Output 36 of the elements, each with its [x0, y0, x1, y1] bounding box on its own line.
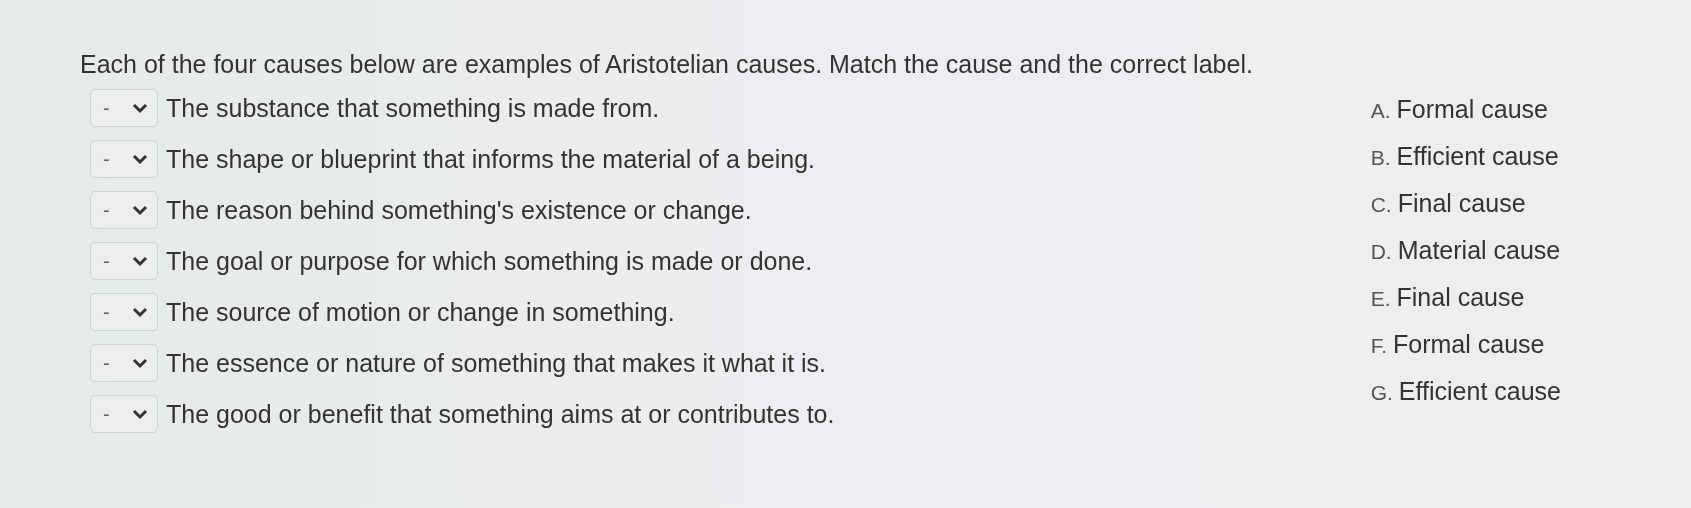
answer-dropdown[interactable]: - [90, 344, 158, 382]
question-text: Each of the four causes below are examples of Aristotelian causes. Match the cause and the correct label. [80, 50, 1254, 79]
option-letter: D. [1370, 240, 1392, 264]
answer-dropdown[interactable]: - [90, 89, 158, 127]
answer-dropdown[interactable]: - [90, 395, 158, 433]
option-letter: E. [1370, 287, 1391, 311]
chevron-down-icon [131, 153, 148, 165]
option-label: Efficient cause [1396, 142, 1559, 171]
answer-dropdown[interactable]: - [90, 191, 158, 229]
chevron-down-icon [131, 204, 148, 216]
answer-dropdown[interactable]: - [90, 242, 158, 280]
cause-description: The essence or nature of something that makes it what it is. [166, 348, 827, 378]
option-label: Efficient cause [1398, 377, 1561, 406]
answer-dropdown[interactable]: - [90, 140, 158, 178]
option-letter: B. [1370, 146, 1391, 170]
cause-description: The goal or purpose for which something is made or done. [166, 246, 813, 276]
option-letter: C. [1370, 193, 1392, 217]
chevron-down-icon [131, 408, 148, 420]
option-label: Final cause [1396, 283, 1525, 312]
cause-description: The source of motion or change in something. [166, 297, 675, 327]
option-letter: A. [1370, 99, 1391, 123]
chevron-down-icon [131, 102, 148, 114]
option-letter: G. [1370, 381, 1393, 405]
option-label: Formal cause [1393, 330, 1545, 359]
chevron-down-icon [131, 306, 148, 318]
option-letter: F. [1370, 334, 1388, 358]
chevron-down-icon [131, 357, 148, 369]
cause-description: The shape or blueprint that informs the material of a being. [166, 144, 815, 174]
option-label: Material cause [1397, 236, 1561, 265]
answer-dropdown[interactable]: - [90, 293, 158, 331]
option-label: Formal cause [1396, 95, 1548, 124]
chevron-down-icon [131, 255, 148, 267]
cause-description: The reason behind something's existence or change. [166, 195, 752, 225]
cause-description: The substance that something is made from. [166, 93, 660, 123]
cause-description: The good or benefit that something aims at or contributes to. [166, 399, 835, 429]
option-label: Final cause [1397, 189, 1526, 218]
